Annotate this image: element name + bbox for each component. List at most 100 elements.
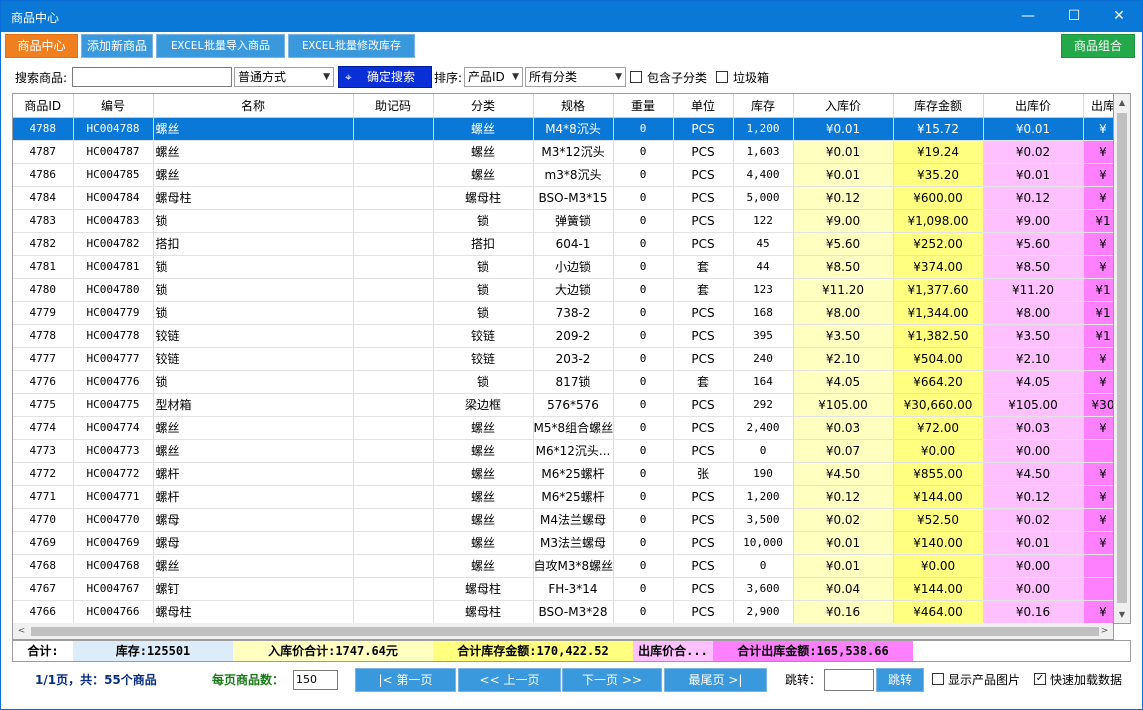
- table-row[interactable]: 4772 HC004772 螺杆 螺丝 M6*25螺杆 0 张 190 ¥4.50 ¥855.00…: [13, 462, 1113, 486]
- column-header[interactable]: 出库: [1083, 94, 1113, 118]
- close-button[interactable]: ✕: [1096, 1, 1142, 32]
- scroll-thumb[interactable]: [31, 627, 1099, 636]
- tab-excel-import[interactable]: EXCEL批量导入商品: [156, 34, 285, 58]
- table-row[interactable]: 4784 HC004784 螺母柱 螺母柱 BSO-M3*15 0 PCS 5,000 ¥0.1…: [13, 186, 1113, 210]
- table-cell: 铰链: [153, 347, 354, 371]
- scroll-up-icon[interactable]: ▲: [1114, 94, 1130, 111]
- scroll-left-icon[interactable]: <: [13, 623, 30, 640]
- table-cell: ¥4.05: [793, 370, 894, 394]
- column-header[interactable]: 库存金额: [893, 94, 984, 118]
- column-header[interactable]: 出库价: [983, 94, 1084, 118]
- goods-combo-button[interactable]: 商品组合: [1061, 34, 1135, 58]
- jump-button[interactable]: 跳转: [876, 668, 924, 692]
- table-cell: 4777: [13, 347, 74, 371]
- column-header[interactable]: 库存: [733, 94, 794, 118]
- total-stock-amount: 合计库存金额:170,422.52: [433, 641, 633, 661]
- show-images-checkbox[interactable]: [932, 673, 944, 685]
- scroll-down-icon[interactable]: ▼: [1114, 606, 1130, 623]
- fast-load-checkbox[interactable]: ✓: [1034, 673, 1046, 685]
- column-header[interactable]: 分类: [433, 94, 534, 118]
- column-header[interactable]: 商品ID: [13, 94, 74, 118]
- trash-checkbox[interactable]: [716, 71, 728, 83]
- next-page-button[interactable]: 下一页 >>: [562, 668, 662, 692]
- table-cell: 螺丝: [153, 554, 354, 578]
- prev-page-button[interactable]: << 上一页: [458, 668, 561, 692]
- search-input[interactable]: [72, 67, 232, 87]
- scroll-thumb[interactable]: [1117, 113, 1127, 603]
- table-row[interactable]: 4770 HC004770 螺母 螺丝 M4法兰螺母 0 PCS 3,500 ¥0.02 ¥52.…: [13, 508, 1113, 532]
- column-header[interactable]: 规格: [533, 94, 614, 118]
- column-header[interactable]: 单位: [673, 94, 734, 118]
- table-cell: ¥0.01: [793, 117, 894, 141]
- table-row[interactable]: 4782 HC004782 搭扣 搭扣 604-1 0 PCS 45 ¥5.60 ¥252.00 ¥…: [13, 232, 1113, 256]
- vertical-scrollbar[interactable]: ▲ ▼: [1114, 93, 1131, 624]
- table-cell: 122: [733, 209, 794, 233]
- sort-label: 排序:: [434, 71, 463, 85]
- table-row[interactable]: 4769 HC004769 螺母 螺丝 M3法兰螺母 0 PCS 10,000 ¥0.01 ¥14…: [13, 531, 1113, 555]
- table-row[interactable]: 4775 HC004775 型材箱 梁边框 576*576 0 PCS 292 ¥105.00 ¥…: [13, 393, 1113, 417]
- search-mode-select[interactable]: 普通方式 ▼: [234, 67, 334, 87]
- table-cell: HC004787: [73, 140, 154, 164]
- column-header[interactable]: 重量: [613, 94, 674, 118]
- table-row[interactable]: 4781 HC004781 锁锁小边锁 0 套 44 ¥8.50 ¥374.00 ¥8.50 ¥: [13, 255, 1113, 279]
- table-cell: PCS: [673, 324, 734, 348]
- horizontal-scrollbar[interactable]: < >: [12, 623, 1114, 640]
- table-row[interactable]: 4778 HC004778 铰链 铰链 209-2 0 PCS 395 ¥3.50 ¥1,382.…: [13, 324, 1113, 348]
- column-header[interactable]: 入库价: [793, 94, 894, 118]
- table-row[interactable]: 4774 HC004774 螺丝 螺丝 M5*8组合螺丝 0 PCS 2,400 ¥0.03 ¥7…: [13, 416, 1113, 440]
- table-cell: 螺丝: [153, 163, 354, 187]
- per-page-label: 每页商品数：: [212, 673, 285, 687]
- column-header[interactable]: 编号: [73, 94, 154, 118]
- jump-input[interactable]: [824, 669, 874, 691]
- table-cell: 螺丝: [153, 117, 354, 141]
- category-select[interactable]: 所有分类 ▼: [525, 67, 626, 87]
- table-cell: M6*12沉头...: [533, 439, 614, 463]
- scroll-right-icon[interactable]: >: [1096, 623, 1113, 640]
- table-cell: PCS: [673, 600, 734, 623]
- table-row[interactable]: 4788 HC004788 螺丝 螺丝 M4*8沉头 0 PCS 1,200 ¥0.01 ¥15.…: [13, 117, 1113, 141]
- table-row[interactable]: 4766 HC004766 螺母柱 螺母柱 BSO-M3*28 0 PCS 2,900 ¥0.1…: [13, 600, 1113, 623]
- minimize-button[interactable]: —: [1005, 1, 1051, 32]
- first-page-button[interactable]: |< 第一页: [355, 668, 456, 692]
- sort-value: 产品ID: [468, 70, 505, 84]
- tab-excel-modify-stock[interactable]: EXCEL批量修改库存: [288, 34, 415, 58]
- table-row[interactable]: 4780 HC004780 锁锁大边锁 0 套 123 ¥11.20 ¥1,377.60 ¥11…: [13, 278, 1113, 302]
- table-cell: ¥1: [1083, 209, 1113, 233]
- table-cell: 型材箱: [153, 393, 354, 417]
- maximize-button[interactable]: ☐: [1051, 1, 1097, 32]
- table-cell: HC004770: [73, 508, 154, 532]
- table-cell: 0: [613, 485, 674, 509]
- table-cell: ¥: [1083, 370, 1113, 394]
- tab-add-goods[interactable]: 添加新商品: [81, 34, 153, 58]
- tab-goods-center[interactable]: 商品中心: [5, 34, 78, 58]
- last-page-button[interactable]: 最尾页 >|: [664, 668, 767, 692]
- table-row[interactable]: 4771 HC004771 螺杆 螺丝 M6*25螺杆 0 PCS 1,200 ¥0.12 ¥14…: [13, 485, 1113, 509]
- table-row[interactable]: 4773 HC004773 螺丝 螺丝 M6*12沉头... 0 PCS 0 ¥0.07 ¥0.0…: [13, 439, 1113, 463]
- table-cell: 4784: [13, 186, 74, 210]
- sort-select[interactable]: 产品ID ▼: [464, 67, 523, 87]
- table-row[interactable]: 4767 HC004767 螺钉 螺母柱 FH-3*14 0 PCS 3,600 ¥0.04 ¥1…: [13, 577, 1113, 601]
- table-cell: HC004766: [73, 600, 154, 623]
- table-cell: 4766: [13, 600, 74, 623]
- include-subcategory-checkbox[interactable]: [630, 71, 642, 83]
- table-cell: ¥0.02: [793, 508, 894, 532]
- table-row[interactable]: 4777 HC004777 铰链 铰链 203-2 0 PCS 240 ¥2.10 ¥504.00…: [13, 347, 1113, 371]
- table-cell: PCS: [673, 186, 734, 210]
- table-row[interactable]: 4786 HC004785 螺丝 螺丝 m3*8沉头 0 PCS 4,400 ¥0.01 ¥35.…: [13, 163, 1113, 187]
- table-row[interactable]: 4776 HC004776 锁锁 817锁 0 套 164 ¥4.05 ¥664.20 ¥4.05…: [13, 370, 1113, 394]
- table-cell: 4,400: [733, 163, 794, 187]
- table-row[interactable]: 4783 HC004783 锁锁弹簧锁 0 PCS 122 ¥9.00 ¥1,098.00 ¥9…: [13, 209, 1113, 233]
- table-cell: 螺母柱: [153, 600, 354, 623]
- table-cell: [353, 301, 434, 325]
- table-cell: ¥105.00: [793, 393, 894, 417]
- table-row[interactable]: 4787 HC004787 螺丝 螺丝 M3*12沉头 0 PCS 1,603 ¥0.01 ¥19…: [13, 140, 1113, 164]
- table-row[interactable]: 4768 HC004768 螺丝 螺丝 自攻M3*8螺丝 0 PCS 0 ¥0.01 ¥0.00 ¥…: [13, 554, 1113, 578]
- table-cell: HC004779: [73, 301, 154, 325]
- table-cell: HC004773: [73, 439, 154, 463]
- per-page-input[interactable]: 150: [293, 670, 338, 690]
- column-header[interactable]: 名称: [153, 94, 354, 118]
- table-cell: ¥4.50: [793, 462, 894, 486]
- table-row[interactable]: 4779 HC004779 锁锁 738-2 0 PCS 168 ¥8.00 ¥1,344.00…: [13, 301, 1113, 325]
- column-header[interactable]: 助记码: [353, 94, 434, 118]
- search-button[interactable]: ⌖ 确定搜索: [338, 66, 432, 88]
